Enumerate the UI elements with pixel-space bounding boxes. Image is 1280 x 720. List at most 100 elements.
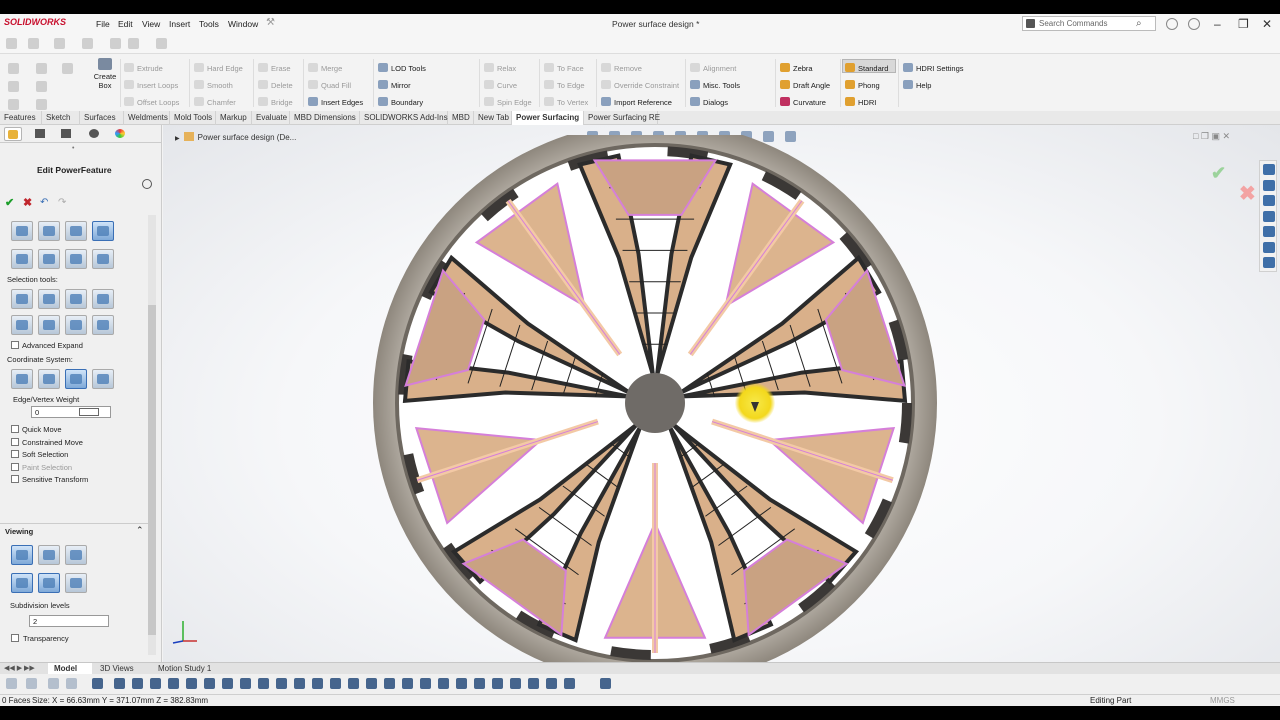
erase-button[interactable]: Erase [258, 63, 291, 73]
phong-button[interactable]: Phong [845, 80, 880, 90]
merge-button[interactable]: Merge [308, 63, 342, 73]
tab-features[interactable]: Features [0, 111, 42, 125]
tab-scroll-arrows[interactable]: ◀◀ ▶ ▶▶ [4, 664, 35, 672]
curvature-button[interactable]: Curvature [780, 97, 826, 107]
tab-power-surfacing-re[interactable]: Power Surfacing RE [584, 111, 660, 125]
view-tool-22-icon[interactable] [402, 678, 413, 689]
tab-mold-tools[interactable]: Mold Tools [170, 111, 216, 125]
tab-markup[interactable]: Markup [216, 111, 252, 125]
constrained-move-checkbox[interactable] [11, 437, 19, 446]
view-tool-29-icon[interactable] [528, 678, 539, 689]
view-tool-13-icon[interactable] [240, 678, 251, 689]
to-vertex-button[interactable]: To Vertex [544, 97, 588, 107]
custom-properties-icon[interactable] [1263, 241, 1275, 253]
appearances-icon[interactable] [1263, 226, 1275, 237]
design-library-icon[interactable] [1263, 179, 1275, 191]
hard-edge-button[interactable]: Hard Edge [194, 63, 243, 73]
view-tool-16-icon[interactable] [294, 678, 305, 689]
file-explorer-icon[interactable] [1263, 195, 1275, 206]
view-tool-7-icon[interactable] [132, 678, 143, 689]
offset-loops-button[interactable]: Offset Loops [124, 97, 179, 107]
alignment-button[interactable]: Alignment [690, 63, 736, 73]
viewport-window-controls[interactable]: □ ❐ ▣ ✕ [1193, 131, 1253, 143]
view-tool-18-icon[interactable] [330, 678, 341, 689]
override-constraint-button[interactable]: Override Constraint [601, 80, 679, 90]
chamfer-button[interactable]: Chamfer [194, 97, 236, 107]
view-tool-9-icon[interactable] [168, 678, 179, 689]
tab-mbd[interactable]: MBD [448, 111, 474, 125]
insert-edges-button[interactable]: Insert Edges [308, 97, 363, 107]
view-tool-5-icon[interactable] [92, 678, 103, 689]
view-tool-26-icon[interactable] [474, 678, 485, 689]
tab-mbd-dimensions[interactable]: MBD Dimensions [290, 111, 360, 125]
view-tool-4-icon[interactable] [66, 678, 77, 689]
dialogs-button[interactable]: Dialogs [690, 97, 728, 107]
tab-surfaces[interactable]: Surfaces [80, 111, 124, 125]
confirm-corner-check-icon[interactable]: ✔ [1211, 163, 1226, 184]
quad-fill-button[interactable]: Quad Fill [308, 80, 351, 90]
soft-selection-checkbox[interactable] [11, 450, 19, 459]
tab-evaluate[interactable]: Evaluate [252, 111, 290, 125]
view-tool-15-icon[interactable] [276, 678, 287, 689]
view-tool-2-icon[interactable] [26, 678, 37, 689]
view-tool-8-icon[interactable] [150, 678, 161, 689]
tab-power-surfacing[interactable]: Power Surfacing [512, 111, 584, 125]
view-tool-6-icon[interactable] [114, 678, 125, 689]
tab-weldments[interactable]: Weldments [124, 111, 170, 125]
view-tool-21-icon[interactable] [384, 678, 395, 689]
hdri-button[interactable]: HDRI [845, 97, 876, 107]
zebra-button[interactable]: Zebra [780, 63, 813, 73]
wheel-model[interactable] [373, 135, 938, 665]
view-tool-10-icon[interactable] [186, 678, 197, 689]
view-tool-25-icon[interactable] [456, 678, 467, 689]
view-tool-19-icon[interactable] [348, 678, 359, 689]
extrude-button[interactable]: Extrude [124, 63, 163, 73]
boundary-button[interactable]: Boundary [378, 97, 423, 107]
resources-icon[interactable] [1263, 164, 1275, 175]
view-tool-23-icon[interactable] [420, 678, 431, 689]
view-tool-24-icon[interactable] [438, 678, 449, 689]
feature-tree-flyout[interactable]: ▶ Power surface design (De... [175, 132, 296, 142]
tab-sketch[interactable]: Sketch [42, 111, 80, 125]
graphics-area[interactable]: ▶ Power surface design (De... ✔ ✖ □ ❐ ▣ ✕ [163, 125, 1280, 665]
to-face-button[interactable]: To Face [544, 63, 584, 73]
smooth-button[interactable]: Smooth [194, 80, 233, 90]
view-palette-icon[interactable] [1263, 210, 1275, 222]
hdri-settings-button[interactable]: HDRI Settings [903, 63, 964, 73]
view-tool-11-icon[interactable] [204, 678, 215, 689]
paint-selection-checkbox[interactable] [11, 462, 19, 471]
view-tool-20-icon[interactable] [366, 678, 377, 689]
standard-button[interactable]: Standard [845, 63, 888, 73]
collapse-icon[interactable]: ⌃ [136, 525, 144, 536]
bridge-button[interactable]: Bridge [258, 97, 293, 107]
view-tool-14-icon[interactable] [258, 678, 269, 689]
quick-move-checkbox[interactable] [11, 425, 19, 433]
forum-icon[interactable] [1263, 257, 1275, 268]
view-tool-12-icon[interactable] [222, 678, 233, 689]
view-tool-30-icon[interactable] [546, 678, 557, 689]
view-tool-28-icon[interactable] [510, 678, 521, 689]
status-units[interactable]: MMGS [1210, 696, 1235, 705]
help-button[interactable]: Help [903, 80, 931, 90]
draft-angle-button[interactable]: Draft Angle [780, 80, 830, 90]
import-reference-button[interactable]: Import Reference [601, 97, 672, 107]
misc-tools-button[interactable]: Misc. Tools [690, 80, 740, 90]
delete-button[interactable]: Delete [258, 80, 293, 90]
spin-edge-button[interactable]: Spin Edge [484, 97, 532, 107]
view-tool-17-icon[interactable] [312, 678, 323, 689]
transparency-checkbox[interactable] [11, 634, 19, 642]
tab-solidworks-add-ins[interactable]: SOLIDWORKS Add-Ins [360, 111, 448, 125]
mirror-button[interactable]: Mirror [378, 80, 411, 90]
to-edge-button[interactable]: To Edge [544, 80, 585, 90]
relax-button[interactable]: Relax [484, 63, 516, 73]
tab-new-tab[interactable]: New Tab [474, 111, 512, 125]
confirm-corner-x-icon[interactable]: ✖ [1239, 181, 1256, 206]
remove-button[interactable]: Remove [601, 63, 642, 73]
view-tool-27-icon[interactable] [492, 678, 503, 689]
view-tool-3-icon[interactable] [48, 678, 59, 689]
view-tool-31-icon[interactable] [564, 678, 575, 689]
view-tool-32-icon[interactable] [600, 678, 611, 689]
panel-scroll-thumb[interactable] [148, 305, 156, 635]
sensitive-transform-checkbox[interactable] [11, 475, 19, 484]
lod-tools-button[interactable]: LOD Tools [378, 63, 426, 73]
